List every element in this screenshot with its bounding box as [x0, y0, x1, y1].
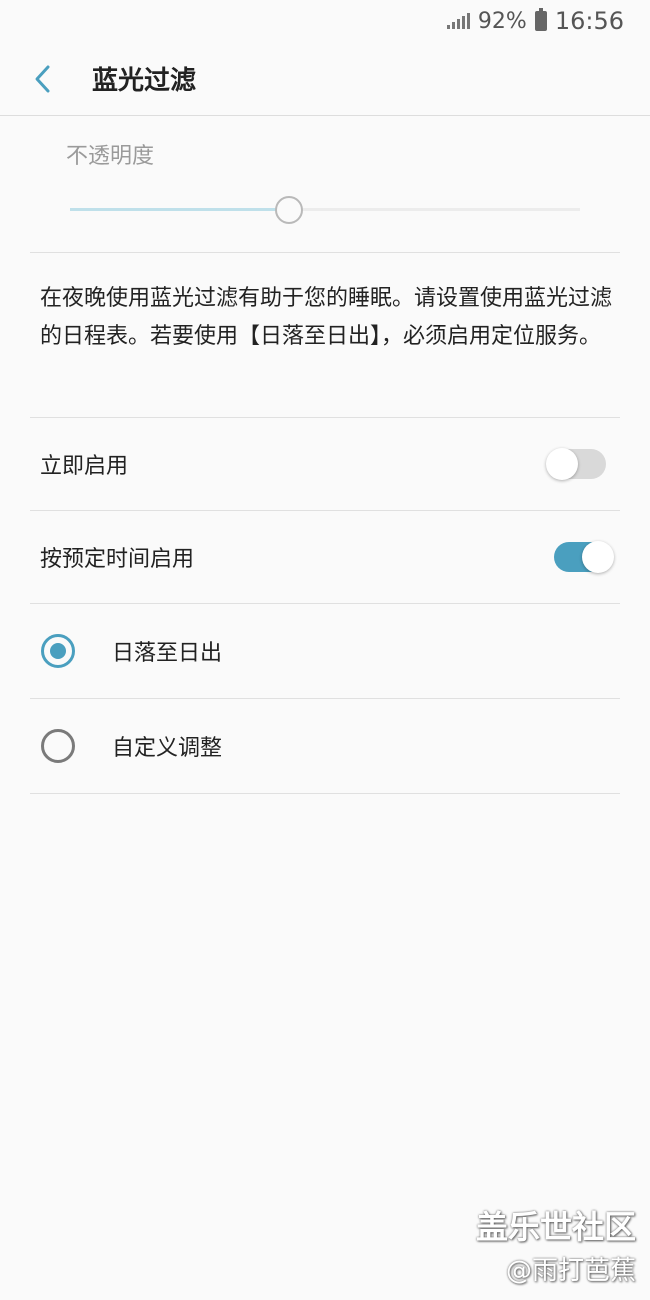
- radio-row-sunset-sunrise[interactable]: 日落至日出: [0, 604, 650, 698]
- back-chevron-icon: [35, 65, 50, 92]
- opacity-slider[interactable]: [70, 196, 580, 224]
- clock: 16:56: [554, 7, 624, 35]
- divider: [30, 252, 620, 253]
- watermark-author: @雨打芭蕉: [505, 1256, 636, 1286]
- signal-icon: [446, 13, 470, 29]
- back-button[interactable]: [8, 42, 78, 116]
- radio-label-sunset-sunrise: 日落至日出: [112, 641, 223, 666]
- toggle-row-enable-now[interactable]: 立即启用: [0, 418, 650, 510]
- scheduled-switch[interactable]: [554, 541, 614, 573]
- slider-thumb[interactable]: [275, 196, 304, 224]
- battery-icon: [534, 8, 547, 31]
- switch-knob: [582, 541, 614, 573]
- radio-row-custom[interactable]: 自定义调整: [0, 699, 650, 793]
- toggle-row-scheduled[interactable]: 按预定时间启用: [0, 511, 650, 603]
- watermark-community: 盖乐世社区: [475, 1208, 636, 1246]
- switch-knob: [546, 448, 578, 480]
- radio-label-custom: 自定义调整: [112, 736, 223, 761]
- toggle-label-enable-now: 立即启用: [40, 454, 129, 479]
- status-bar: 92% 16:56: [0, 0, 650, 42]
- slider-fill: [70, 208, 290, 211]
- description-text: 在夜晚使用蓝光过滤有助于您的睡眠。请设置使用蓝光过滤的日程表。若要使用【日落至日…: [40, 286, 613, 349]
- battery-percent: 92%: [477, 8, 527, 34]
- app-bar: 蓝光过滤: [0, 42, 650, 116]
- radio-selected-dot: [50, 643, 66, 659]
- radio-sunset-sunrise[interactable]: [41, 634, 75, 668]
- toggle-label-scheduled: 按预定时间启用: [40, 547, 195, 572]
- page-title: 蓝光过滤: [92, 66, 197, 96]
- divider: [30, 793, 620, 794]
- opacity-label: 不透明度: [66, 144, 155, 169]
- enable-now-switch[interactable]: [546, 448, 606, 480]
- radio-custom[interactable]: [41, 729, 75, 763]
